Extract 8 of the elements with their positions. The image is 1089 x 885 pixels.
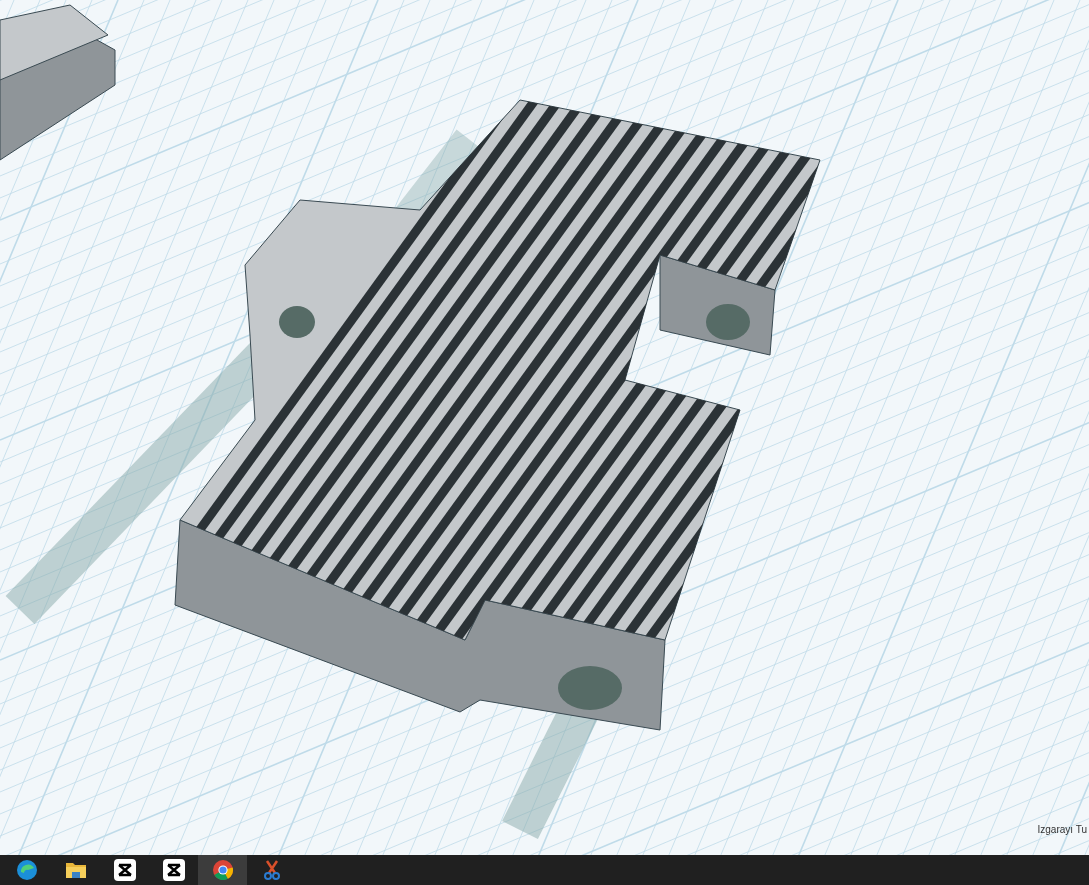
bowtie-icon <box>162 859 185 881</box>
bowtie-icon <box>113 859 136 881</box>
grid-label: Izgarayı Tu <box>1037 823 1087 837</box>
wheel-logo-icon <box>211 859 234 881</box>
workplane-viewport[interactable]: Izgarayı Tu <box>0 0 1089 855</box>
folder-icon <box>64 861 87 879</box>
taskbar-app-button[interactable] <box>198 855 247 885</box>
swirl-icon <box>15 859 38 881</box>
